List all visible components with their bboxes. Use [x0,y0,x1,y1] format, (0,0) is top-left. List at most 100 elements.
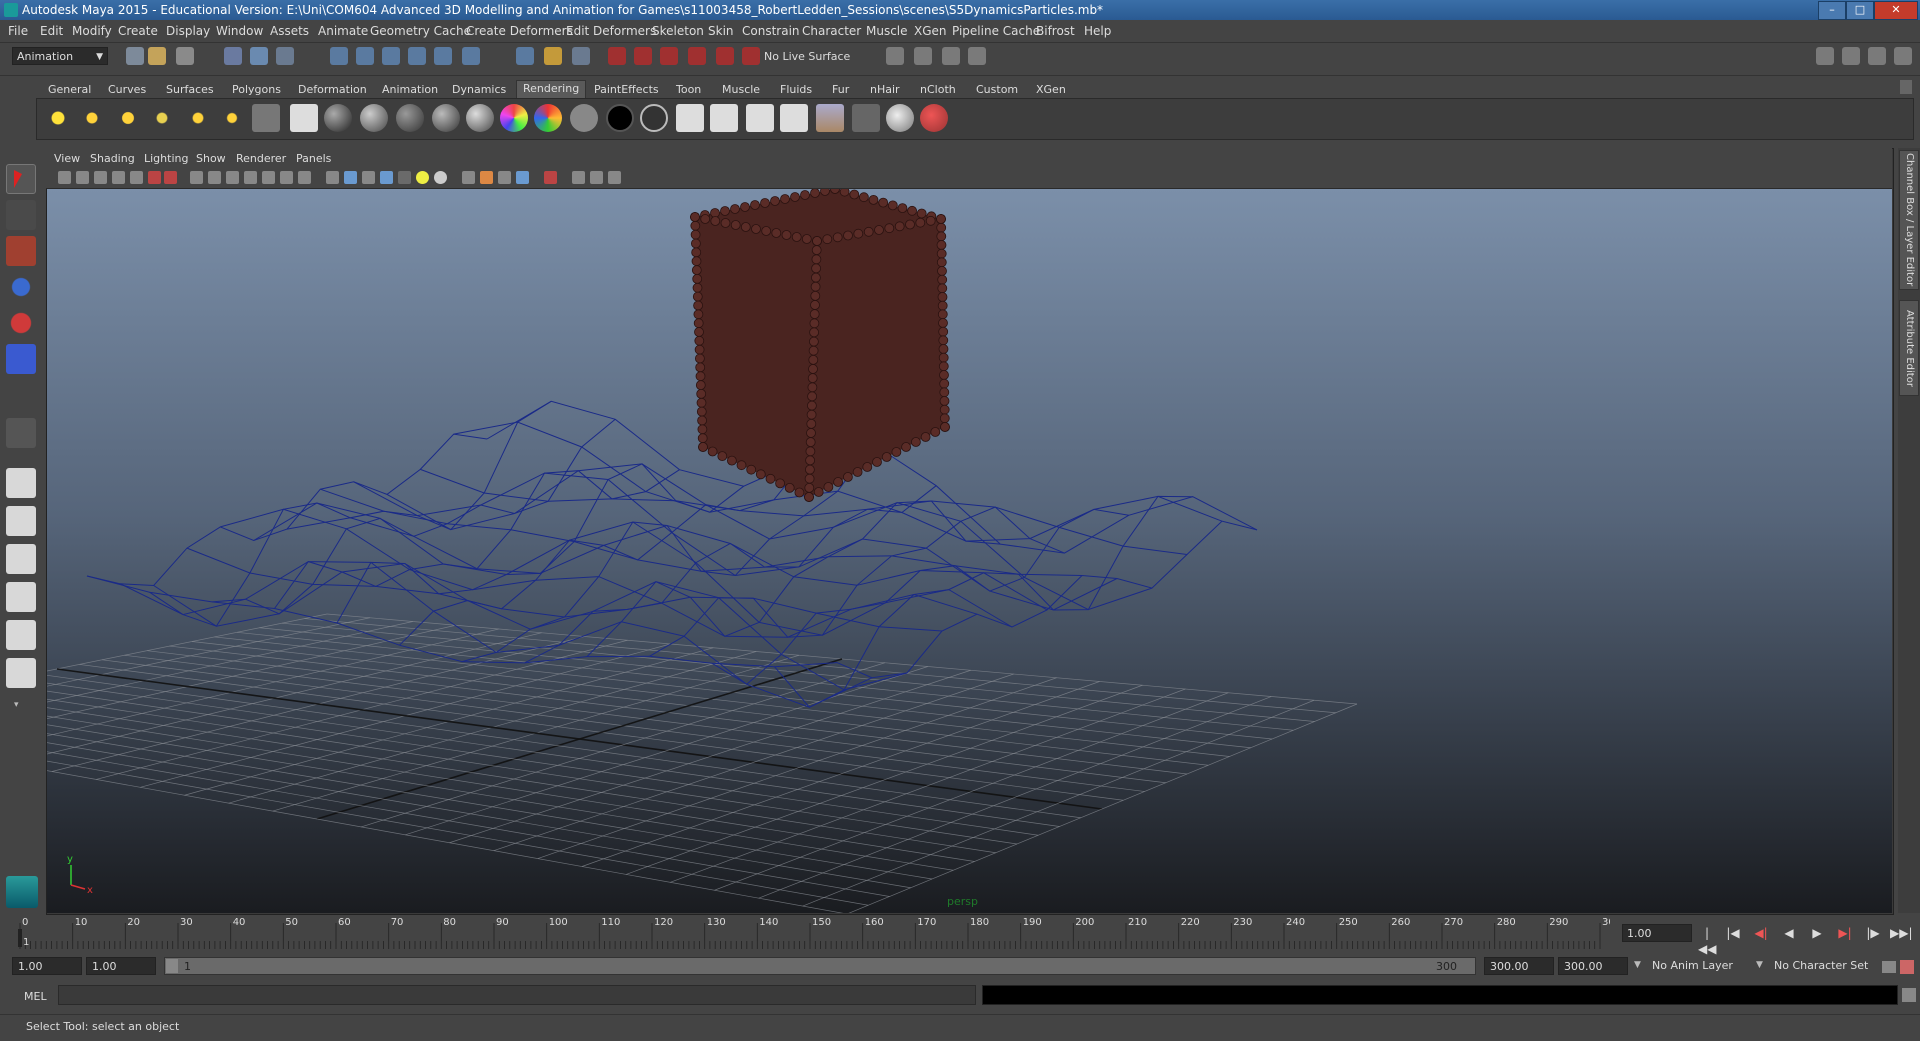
ipr-render-shelf-icon[interactable] [710,104,738,132]
persp-outliner-layout-icon[interactable] [6,544,36,574]
tab-xgen[interactable]: XGen [1030,82,1072,98]
save-scene-icon[interactable] [176,47,194,65]
tab-nhair[interactable]: nHair [864,82,906,98]
menu-animate[interactable]: Animate [318,24,368,38]
lasso-tool-icon[interactable] [6,200,36,230]
bookmark-icon[interactable] [94,171,107,184]
tab-painteffects[interactable]: PaintEffects [588,82,665,98]
safe-action-icon[interactable] [280,171,293,184]
menu-skin[interactable]: Skin [708,24,734,38]
shading-map-icon[interactable] [570,104,598,132]
menu-display[interactable]: Display [166,24,210,38]
channel-box-icon[interactable] [968,47,986,65]
open-scene-icon[interactable] [148,47,166,65]
checkerboard-icon[interactable] [398,171,411,184]
image-plane-icon[interactable] [112,171,125,184]
spot-light-icon[interactable] [148,104,176,132]
tool-settings-icon[interactable] [914,47,932,65]
menu-create[interactable]: Create [118,24,158,38]
render-settings-shelf-icon[interactable] [816,104,844,132]
menu-edit-deformers[interactable]: Edit Deformers [566,24,656,38]
menu-file[interactable]: File [8,24,28,38]
anim-layer-dropdown[interactable]: No Anim Layer [1652,957,1733,975]
menu-character[interactable]: Character [802,24,861,38]
xray-icon[interactable] [572,171,585,184]
tab-curves[interactable]: Curves [102,82,152,98]
auto-key-icon[interactable] [1882,961,1896,973]
select-object-icon[interactable] [250,47,268,65]
snap-grid-icon[interactable] [330,47,348,65]
render-view-shelf-icon[interactable] [780,104,808,132]
scene-canvas[interactable]: y x persp [47,189,1892,913]
menu-pipeline-cache[interactable]: Pipeline Cache [952,24,1040,38]
gate-mask-icon[interactable] [244,171,257,184]
current-time-marker[interactable] [18,929,22,947]
character-set-chevron-icon[interactable]: ▼ [1756,960,1763,970]
tab-dynamics[interactable]: Dynamics [446,82,512,98]
maximize-button[interactable]: □ [1846,1,1874,20]
render-settings-icon[interactable] [688,47,706,65]
camera-icon[interactable] [252,104,280,132]
render-current-frame-icon[interactable] [676,104,704,132]
toolbox-expand-icon[interactable]: ▾ [14,700,28,710]
grease-pencil-toggle-icon[interactable] [164,171,177,184]
panel-menu-renderer[interactable]: Renderer [236,152,286,165]
wireframe-on-shaded-icon[interactable] [362,171,375,184]
layer-editor-icon[interactable] [1842,47,1860,65]
multisample-icon[interactable] [498,171,511,184]
four-view-layout-icon[interactable] [6,506,36,536]
tab-toon[interactable]: Toon [670,82,707,98]
snap-live-icon[interactable] [434,47,452,65]
go-to-end-button[interactable]: ▶▶| [1890,925,1913,941]
playback-start-field[interactable]: 1.00 [86,957,156,975]
panel-menu-show[interactable]: Show [196,152,226,165]
panel-menu-view[interactable]: View [54,152,80,165]
depth-of-field-icon[interactable] [516,171,529,184]
tab-animation[interactable]: Animation [376,82,444,98]
step-forward-key-button[interactable]: |▶ [1864,925,1882,941]
step-back-key-button[interactable]: |◀ [1724,925,1742,941]
persp-graph-outliner-layout-icon[interactable] [6,658,36,688]
grease-pencil-icon[interactable] [148,171,161,184]
step-back-frame-button[interactable]: ◀| [1752,925,1770,941]
directional-light-icon[interactable] [78,104,106,132]
tab-custom[interactable]: Custom [970,82,1024,98]
xray-components-icon[interactable] [608,171,621,184]
grid-toggle-icon[interactable] [190,171,203,184]
menu-assets[interactable]: Assets [270,24,309,38]
new-scene-icon[interactable] [126,47,144,65]
field-chart-icon[interactable] [262,171,275,184]
input-ops-icon[interactable] [462,47,480,65]
tab-surfaces[interactable]: Surfaces [160,82,220,98]
snap-point-icon[interactable] [382,47,400,65]
tab-fur[interactable]: Fur [826,82,855,98]
snap-view-plane-icon[interactable] [408,47,426,65]
lock-icon[interactable] [544,47,562,65]
ramp-shader-icon[interactable] [534,104,562,132]
ambient-light-icon[interactable] [44,104,72,132]
tab-muscle[interactable]: Muscle [716,82,766,98]
isolate-select-icon[interactable] [544,171,557,184]
script-editor-icon[interactable] [1902,988,1916,1002]
tab-deformation[interactable]: Deformation [292,82,373,98]
go-to-start-button[interactable]: |◀◀ [1698,925,1716,956]
range-start-handle[interactable] [166,959,178,973]
phong-material-icon[interactable] [432,104,460,132]
xray-joints-icon[interactable] [590,171,603,184]
resolution-gate-icon[interactable] [226,171,239,184]
tab-ncloth[interactable]: nCloth [914,82,962,98]
tab-polygons[interactable]: Polygons [226,82,287,98]
menu-set-dropdown[interactable]: Animation ▼ [12,47,108,65]
range-slider-track[interactable] [164,957,1476,975]
time-slider-ruler[interactable]: 0 10 20 30 40 50 60 70 80 90 100 110 120 130 140 150 160… [14,915,1610,949]
shelf-menu-icon[interactable] [1900,80,1912,94]
point-light-icon[interactable] [114,104,142,132]
playback-end-field[interactable]: 300.00 [1484,957,1554,975]
layered-shader-icon[interactable] [500,104,528,132]
panel-menu-shading[interactable]: Shading [90,152,135,165]
step-forward-frame-button[interactable]: ▶| [1836,925,1854,941]
character-set-dropdown[interactable]: No Character Set [1774,957,1868,975]
menu-skeleton[interactable]: Skeleton [652,24,704,38]
ipr-render-icon[interactable] [660,47,678,65]
ambient-occlusion-icon[interactable] [462,171,475,184]
